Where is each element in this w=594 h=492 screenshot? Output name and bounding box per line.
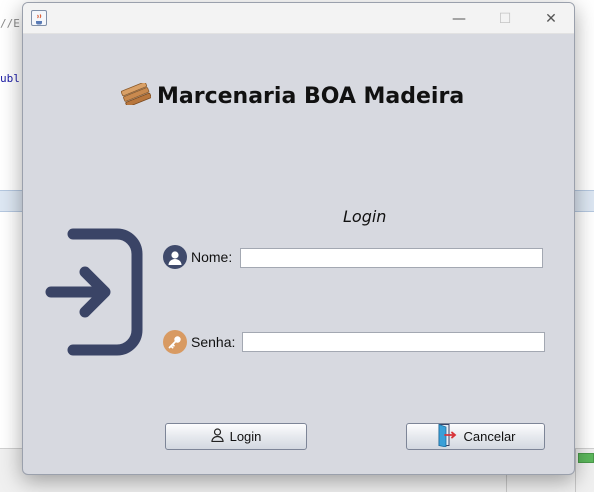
minimize-button[interactable]: —: [436, 3, 482, 34]
senha-label: Senha:: [191, 334, 236, 350]
title-bar[interactable]: — ☐ ✕: [23, 3, 574, 34]
ide-divider: [575, 449, 576, 492]
app-title: Marcenaria BOA Madeira: [157, 83, 465, 109]
senha-input[interactable]: [242, 332, 545, 352]
login-heading: Login: [343, 207, 387, 226]
close-button[interactable]: ✕: [528, 3, 574, 34]
login-arrow-icon: [43, 226, 143, 362]
code-fragment-1: //E: [0, 17, 20, 30]
ide-memory-indicator: [578, 453, 594, 463]
cancel-button[interactable]: Cancelar: [406, 423, 545, 450]
cancel-button-label: Cancelar: [463, 429, 516, 444]
app-heading: Marcenaria BOA Madeira: [120, 81, 465, 111]
door-exit-icon: [435, 423, 457, 450]
nome-label: Nome:: [191, 249, 233, 265]
login-button[interactable]: Login: [165, 423, 307, 450]
login-button-label: Login: [229, 429, 262, 444]
login-dialog-window: — ☐ ✕ Marcenaria BOA Madeira Login Nome:…: [22, 2, 575, 475]
code-fragment-2: ubl: [0, 72, 20, 85]
wood-planks-icon: [120, 81, 152, 109]
maximize-button[interactable]: ☐: [482, 3, 528, 34]
user-outline-icon: [210, 428, 224, 445]
key-icon: [163, 330, 187, 354]
java-cup-icon: [31, 10, 47, 26]
nome-row: Nome:: [163, 245, 232, 269]
senha-row: Senha:: [163, 330, 235, 354]
nome-input[interactable]: [240, 248, 543, 268]
dialog-content: Marcenaria BOA Madeira Login Nome: Senha…: [23, 34, 574, 474]
user-icon: [163, 245, 187, 269]
